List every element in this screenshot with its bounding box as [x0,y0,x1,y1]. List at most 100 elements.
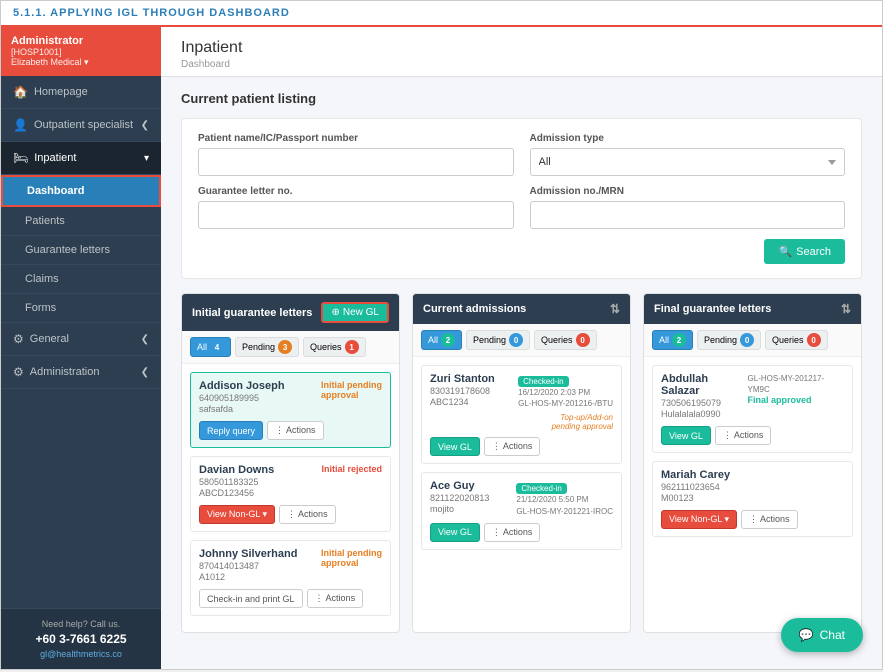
final-gl-filters: All 2 Pending 0 Queries 0 [644,324,861,357]
current-admissions-header: Current admissions ⇅ [413,294,630,324]
current-admissions-body: Zuri Stanton 830319178608 ABC1234 Checke… [413,357,630,566]
help-label: Need help? Call us. [11,619,151,629]
actions-button[interactable]: ⋮ Actions [267,421,324,440]
actions-button[interactable]: ⋮ Actions [279,505,336,524]
patient-status: Initial pendingapproval [321,548,382,568]
sidebar: Administrator [HOSP1001] Elizabeth Medic… [1,27,161,669]
checkin-print-button[interactable]: Check-in and print GL [199,589,303,608]
sidebar-item-dashboard[interactable]: Dashboard [1,175,161,207]
sidebar-item-inpatient[interactable]: 🛏 Inpatient ▾ [1,142,161,175]
patient-card-addison: Addison Joseph 640905189995 safsafda Ini… [190,372,391,448]
view-non-gl-button[interactable]: View Non-GL ▾ [199,505,275,524]
sidebar-item-guarantee-letters[interactable]: Guarantee letters [1,236,161,265]
admin-icon: ⚙ [13,365,24,379]
guarantee-letter-input[interactable] [198,201,514,229]
filter-icon[interactable]: ⇅ [841,302,851,316]
current-admissions-filters: All 2 Pending 0 Queries 0 [413,324,630,357]
filter-all-btn[interactable]: All 4 [190,337,231,357]
patient-card-abdullah: Abdullah Salazar 730506195079 Hulalalala… [652,365,853,453]
view-non-gl-button[interactable]: View Non-GL ▾ [661,510,737,529]
inpatient-icon: 🛏 [13,151,28,165]
content-body: Current patient listing Patient name/IC/… [161,77,882,669]
admission-type-label: Admission type [530,133,846,144]
filter-all-btn[interactable]: All 2 [421,330,462,350]
view-gl-button[interactable]: View GL [430,437,480,456]
patient-name: Davian Downs [199,464,274,476]
filter-queries-btn[interactable]: Queries 1 [303,337,366,357]
admission-type-select[interactable]: All [530,148,846,176]
patient-name-label: Patient name/IC/Passport number [198,133,514,144]
patient-status: Initial rejected [321,464,382,474]
sidebar-item-claims[interactable]: Claims [1,265,161,294]
patient-id1: 830319178608 [430,386,495,396]
initial-gl-filters: All 4 Pending 3 Queries 1 [182,331,399,364]
filter-pending-btn[interactable]: Pending 0 [466,330,530,350]
patient-card-johnny: Johnny Silverhand 870414013487 A1012 Ini… [190,540,391,616]
section-title: Current patient listing [181,91,862,106]
view-gl-button[interactable]: View GL [430,523,480,542]
search-actions: 🔍 Search [198,239,845,264]
patient-name: Abdullah Salazar [661,373,748,397]
view-gl-button[interactable]: View GL [661,426,711,445]
patient-id2: A1012 [199,572,297,582]
patient-id2: safsafda [199,404,285,414]
actions-button[interactable]: ⋮ Actions [484,523,541,542]
hosp-id: [HOSP1001] [11,47,151,57]
filter-queries-btn[interactable]: Queries 0 [534,330,597,350]
actions-button[interactable]: ⋮ Actions [307,589,364,608]
gear-icon: ⚙ [13,332,24,346]
patient-id2: ABC1234 [430,397,495,407]
main-content: Inpatient Dashboard Current patient list… [161,27,882,669]
filter-queries-btn[interactable]: Queries 0 [765,330,828,350]
patient-id2: M00123 [661,493,730,503]
admission-no-input[interactable] [530,201,846,229]
chevron-right-icon-3: ❮ [141,367,149,378]
reply-query-button[interactable]: Reply query [199,421,263,440]
new-gl-button[interactable]: ⊕ New GL [321,302,389,323]
patient-id1: 640905189995 [199,393,285,403]
chevron-right-icon-2: ❮ [141,334,149,345]
patient-card-ace: Ace Guy 821122020813 mojito Checked-in 2… [421,472,622,549]
sidebar-navigation: 🏠 Homepage 👤 Outpatient specialist ❮ 🛏 I… [1,76,161,608]
patient-name-input[interactable] [198,148,514,176]
patient-card-davian: Davian Downs 580501183325 ABCD123456 Ini… [190,456,391,532]
patient-actions: View GL ⋮ Actions [430,523,613,542]
patient-name: Zuri Stanton [430,373,495,385]
sidebar-item-general[interactable]: ⚙ General ❮ [1,323,161,356]
patient-name-group: Patient name/IC/Passport number [198,133,514,176]
patient-id1: 821122020813 [430,493,489,503]
filter-icon[interactable]: ⇅ [610,302,620,316]
initial-gl-body: Addison Joseph 640905189995 safsafda Ini… [182,364,399,632]
search-button[interactable]: 🔍 Search [764,239,845,264]
filter-all-btn[interactable]: All 2 [652,330,693,350]
help-email: gl@healthmetrics.co [11,649,151,659]
sidebar-item-homepage[interactable]: 🏠 Homepage [1,76,161,109]
actions-button[interactable]: ⋮ Actions [741,510,798,529]
guarantee-letter-label: Guarantee letter no. [198,186,514,197]
breadcrumb: Dashboard [181,59,862,70]
sidebar-item-administration[interactable]: ⚙ Administration ❮ [1,356,161,389]
search-row-1: Patient name/IC/Passport number Admissio… [198,133,845,176]
sidebar-item-forms[interactable]: Forms [1,294,161,323]
filter-pending-btn[interactable]: Pending 3 [235,337,299,357]
actions-button[interactable]: ⋮ Actions [715,426,772,445]
patient-actions: View Non-GL ▾ ⋮ Actions [199,505,382,524]
patient-actions: View GL ⋮ Actions [661,426,844,445]
patient-id2: Hulalalala0990 [661,409,748,419]
admission-no-label: Admission no./MRN [530,186,846,197]
patient-name: Mariah Carey [661,469,730,481]
page-section-title: 5.1.1. APPLYING IGL THROUGH DASHBOARD [1,1,882,27]
patient-id1: 730506195079 [661,398,748,408]
checked-in-badge: Checked-in [516,483,566,494]
chevron-down-icon: ▾ [144,153,149,164]
chat-button[interactable]: 💬 Chat [781,618,863,652]
filter-pending-btn[interactable]: Pending 0 [697,330,761,350]
actions-button[interactable]: ⋮ Actions [484,437,541,456]
pending-note: Top-up/Add-onpending approval [430,413,613,431]
plus-icon: ⊕ [331,307,339,318]
checked-in-info: 16/12/2020 2:03 PMGL-HOS-MY-201216-/BTU [518,387,613,409]
content-header: Inpatient Dashboard [161,27,882,77]
sidebar-item-outpatient[interactable]: 👤 Outpatient specialist ❮ [1,109,161,142]
patient-id2: ABCD123456 [199,488,274,498]
sidebar-item-patients[interactable]: Patients [1,207,161,236]
